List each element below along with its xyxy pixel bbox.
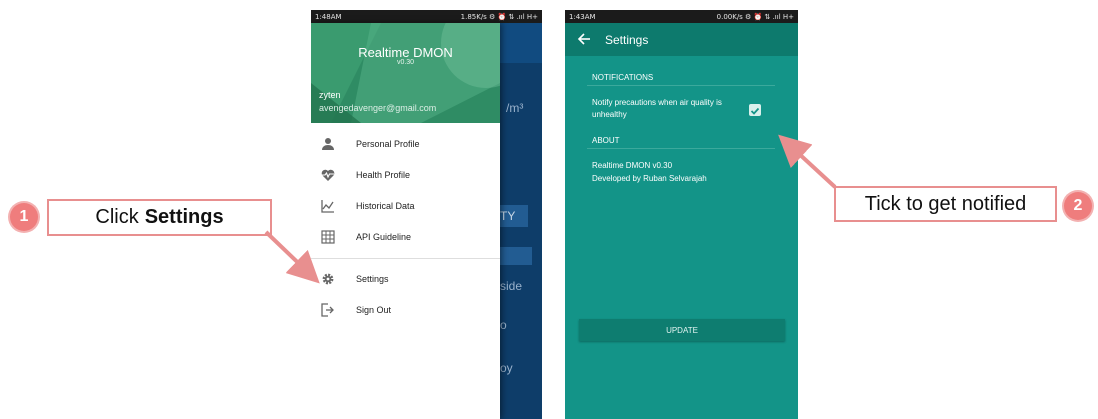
menu-item-api-guideline[interactable]: API Guideline: [311, 223, 500, 251]
settings-appbar: Settings: [565, 23, 798, 56]
step-1-bold: Settings: [144, 206, 224, 228]
menu-item-settings[interactable]: Settings: [311, 265, 500, 293]
menu-label: Historical Data: [356, 201, 415, 211]
step-1-callout: Click Settings: [47, 199, 272, 236]
notify-pref-text[interactable]: Notify precautions when air quality is u…: [592, 97, 742, 121]
status-icons: 1.85K/s ⚙ ⏰ ⇅ .ııl H+: [460, 12, 538, 21]
menu-label: API Guideline: [356, 232, 412, 242]
step-1-text: Click: [95, 206, 139, 228]
app-version: v0.30: [396, 59, 415, 66]
step-2-badge: 2: [1064, 192, 1092, 220]
about-version: Realtime DMON v0.30: [592, 161, 673, 170]
status-bar: 1:48AM 1.85K/s ⚙ ⏰ ⇅ .ııl H+: [311, 10, 542, 23]
step-2-text: Tick to get notified: [864, 192, 1027, 215]
status-time: 1:48AM: [315, 12, 342, 21]
app-title: Realtime DMON: [358, 45, 453, 60]
grid-icon: [321, 230, 335, 244]
menu-label: Settings: [356, 274, 389, 284]
status-bar: 1:43AM 0.00K/s ⚙ ⏰ ⇅ .ııl H+: [565, 10, 798, 23]
menu-item-sign-out[interactable]: Sign Out: [311, 296, 500, 324]
background-button-2: [500, 247, 532, 265]
update-button[interactable]: UPDATE: [579, 319, 785, 341]
back-arrow-icon[interactable]: [577, 31, 591, 47]
menu-item-health-profile[interactable]: Health Profile: [311, 161, 500, 189]
menu-label: Sign Out: [356, 305, 392, 315]
sign-out-icon: [321, 303, 335, 317]
section-divider: [587, 148, 775, 149]
background-appbar: [500, 23, 542, 63]
step-1-badge: 1: [10, 203, 38, 231]
menu-item-historical-data[interactable]: Historical Data: [311, 192, 500, 220]
navigation-drawer: Realtime DMON v0.30 zyten avengedavenger…: [311, 23, 500, 419]
menu-label: Health Profile: [356, 170, 411, 180]
about-developer: Developed by Ruban Selvarajah: [592, 174, 707, 183]
section-divider: [587, 85, 775, 86]
background-label-2: side: [500, 279, 523, 293]
user-email: avengedavenger@gmail.com: [319, 103, 437, 113]
phone-screen-settings: 1:43AM 0.00K/s ⚙ ⏰ ⇅ .ııl H+ Settings NO…: [565, 10, 798, 419]
step-2-callout: Tick to get notified: [834, 186, 1057, 222]
notifications-header: NOTIFICATIONS: [592, 73, 654, 82]
background-label-3: o: [500, 318, 507, 332]
background-unit: /m³: [506, 101, 524, 115]
about-header: ABOUT: [592, 136, 620, 145]
menu-divider: [311, 258, 500, 259]
line-chart-icon: [321, 199, 335, 213]
background-label-4: oy: [500, 361, 513, 375]
background-app-content: /m³ TY side o oy: [500, 23, 542, 419]
phone-screen-drawer: 1:48AM 1.85K/s ⚙ ⏰ ⇅ .ııl H+ /m³ TY side…: [311, 10, 542, 419]
status-icons: 0.00K/s ⚙ ⏰ ⇅ .ııl H+: [716, 12, 794, 21]
menu-item-personal-profile[interactable]: Personal Profile: [311, 130, 500, 158]
status-time: 1:43AM: [569, 12, 596, 21]
user-name: zyten: [319, 90, 341, 100]
drawer-header: Realtime DMON v0.30 zyten avengedavenger…: [311, 23, 500, 123]
menu-label: Personal Profile: [356, 139, 420, 149]
notify-checkbox[interactable]: [749, 104, 761, 116]
page-title: Settings: [605, 33, 649, 47]
gear-icon: [321, 272, 335, 286]
background-label-1: TY: [500, 209, 516, 223]
person-icon: [321, 137, 335, 151]
arrow-to-settings: [264, 230, 320, 284]
check-icon: [750, 107, 760, 115]
heartbeat-icon: [321, 168, 335, 182]
